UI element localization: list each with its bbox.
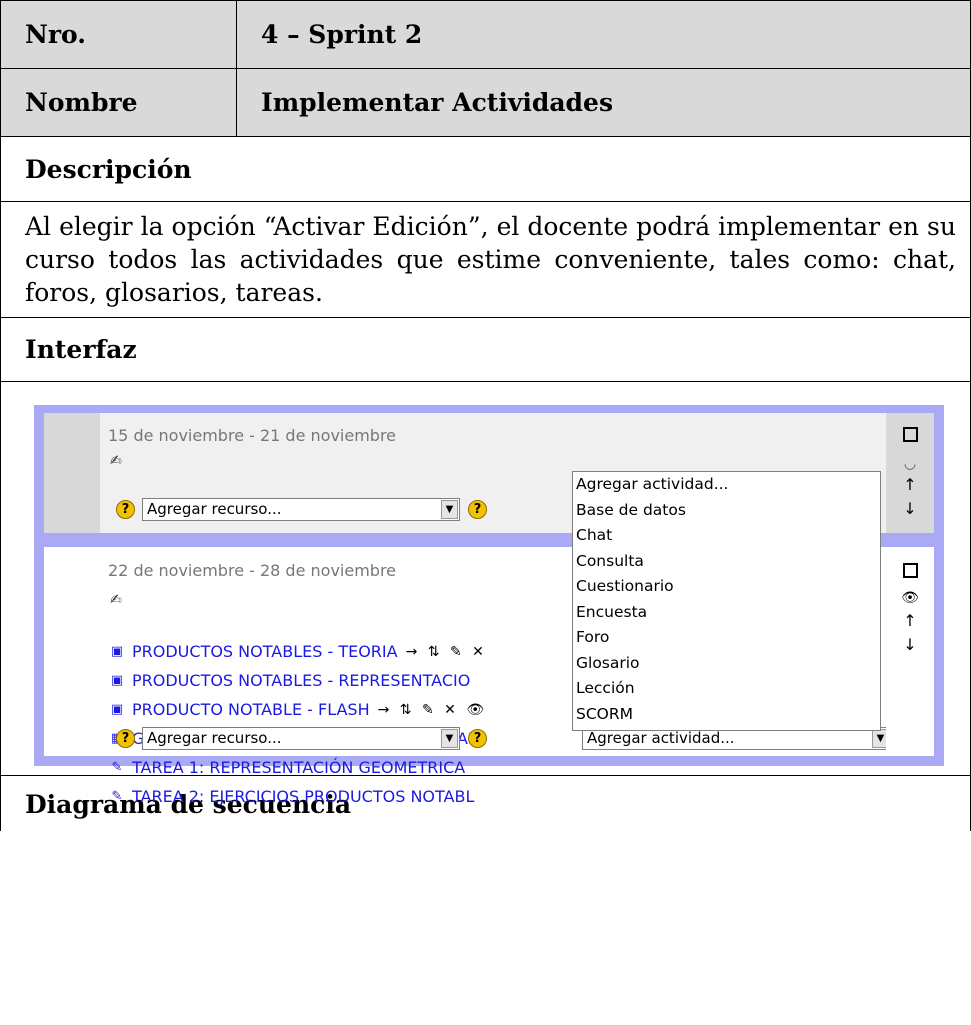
dropdown-option[interactable]: Lección bbox=[573, 676, 880, 702]
resource-link[interactable]: PRODUCTOS NOTABLES - TEORIA bbox=[132, 642, 398, 661]
arrow-up-icon[interactable]: ↑ bbox=[900, 477, 920, 493]
add-activity-select-value: Agregar actividad... bbox=[587, 729, 735, 747]
nro-label: Nro. bbox=[0, 0, 237, 69]
resource-list: ▣ PRODUCTOS NOTABLES - TEORIA → ⇅ ✎ ✕ ▣ PROD… bbox=[108, 637, 487, 811]
week-title: 15 de noviembre - 21 de noviembre bbox=[108, 426, 397, 445]
edit-pen-icon[interactable]: ✍ bbox=[110, 592, 122, 608]
descripcion-label: Descripción bbox=[0, 136, 971, 202]
dropdown-option[interactable]: Base de datos bbox=[573, 498, 880, 524]
resource-link[interactable]: PRODUCTO NOTABLE - FLASH bbox=[132, 700, 370, 719]
add-resource-select[interactable]: Agregar recurso... ▼ bbox=[142, 498, 460, 521]
resource-item[interactable]: ▣ PRODUCTO NOTABLE - FLASH → ⇅ ✎ ✕ 👁 bbox=[108, 695, 487, 724]
week-title: 22 de noviembre - 28 de noviembre bbox=[108, 561, 397, 580]
arrow-down-icon[interactable]: ↓ bbox=[900, 501, 920, 517]
dropdown-option[interactable]: Glosario bbox=[573, 651, 880, 677]
nombre-label: Nombre bbox=[0, 68, 237, 137]
dropdown-option[interactable]: Agregar actividad... bbox=[573, 472, 880, 498]
resource-link[interactable]: PRODUCTOS NOTABLES - REPRESENTACIO bbox=[132, 671, 470, 690]
document-icon: ▣ bbox=[110, 643, 124, 659]
highlight-square-icon[interactable] bbox=[900, 563, 920, 581]
assignment-icon: ✎ bbox=[111, 759, 123, 775]
activity-dropdown-list[interactable]: Agregar actividad... Base de datos Chat Con… bbox=[572, 471, 881, 731]
dropdown-option[interactable]: Encuesta bbox=[573, 600, 880, 626]
nombre-value: Implementar Actividades bbox=[236, 68, 971, 137]
chevron-down-icon[interactable]: ▼ bbox=[441, 729, 458, 748]
eye-icon[interactable]: 👁 bbox=[900, 591, 920, 605]
week-right-bar: 👁 ↑ ↓ bbox=[886, 547, 934, 756]
resource-item[interactable]: ✎ TAREA 2: EJERCICIOS PRODUCTOS NOTABL bbox=[108, 782, 487, 811]
dropdown-option[interactable]: SCORM bbox=[573, 702, 880, 728]
resource-item[interactable]: ✎ TAREA 1: REPRESENTACIÓN GEOMETRICA bbox=[108, 753, 487, 782]
hidden-eye-icon[interactable]: ◡ bbox=[900, 457, 920, 471]
resource-item[interactable]: ▣ PRODUCTOS NOTABLES - REPRESENTACIO bbox=[108, 666, 487, 695]
descripcion-text: Al elegir la opción “Activar Edición”, e… bbox=[0, 201, 971, 318]
moodle-screenshot: 15 de noviembre - 21 de noviembre ✍ ? Ag… bbox=[34, 405, 944, 806]
document-icon: ▣ bbox=[110, 701, 124, 717]
chevron-down-icon[interactable]: ▼ bbox=[441, 500, 458, 519]
resource-actions[interactable]: → ⇅ ✎ ✕ 👁 bbox=[378, 702, 488, 718]
dropdown-option[interactable]: Cuestionario bbox=[573, 574, 880, 600]
help-icon[interactable]: ? bbox=[468, 500, 487, 519]
descripcion-title-row: Descripción bbox=[0, 136, 971, 202]
dropdown-group-label: Tareas bbox=[573, 727, 880, 730]
week-right-bar: ◡ ↑ ↓ bbox=[886, 413, 934, 533]
dropdown-option[interactable]: Consulta bbox=[573, 549, 880, 575]
descripcion-row: Al elegir la opción “Activar Edición”, e… bbox=[0, 201, 971, 318]
highlight-square-icon[interactable] bbox=[900, 427, 920, 445]
arrow-up-icon[interactable]: ↑ bbox=[900, 613, 920, 629]
week-left-bar bbox=[44, 413, 100, 533]
edit-pen-icon[interactable]: ✍ bbox=[110, 453, 122, 469]
resource-actions[interactable]: → ⇅ ✎ ✕ bbox=[406, 644, 487, 660]
help-icon[interactable]: ? bbox=[468, 729, 487, 748]
dropdown-option[interactable]: Foro bbox=[573, 625, 880, 651]
assignment-icon: ✎ bbox=[111, 788, 123, 804]
help-icon[interactable]: ? bbox=[116, 500, 135, 519]
header-row-nombre: Nombre Implementar Actividades bbox=[0, 68, 971, 137]
resource-link[interactable]: TAREA 2: EJERCICIOS PRODUCTOS NOTABL bbox=[132, 787, 474, 806]
resource-link[interactable]: TAREA 1: REPRESENTACIÓN GEOMETRICA bbox=[132, 758, 465, 777]
interfaz-label: Interfaz bbox=[0, 317, 971, 382]
interfaz-title-row: Interfaz bbox=[0, 317, 971, 382]
add-resource-select[interactable]: Agregar recurso... ▼ bbox=[142, 727, 460, 750]
header-row-nro: Nro. 4 – Sprint 2 bbox=[0, 0, 971, 69]
nro-value: 4 – Sprint 2 bbox=[236, 0, 971, 69]
arrow-down-icon[interactable]: ↓ bbox=[900, 637, 920, 653]
add-resource-select-value: Agregar recurso... bbox=[147, 729, 282, 747]
resource-item[interactable]: ▣ PRODUCTOS NOTABLES - TEORIA → ⇅ ✎ ✕ bbox=[108, 637, 487, 666]
help-icon[interactable]: ? bbox=[116, 729, 135, 748]
add-resource-select-value: Agregar recurso... bbox=[147, 500, 282, 518]
document-icon: ▣ bbox=[110, 672, 124, 688]
dropdown-option[interactable]: Chat bbox=[573, 523, 880, 549]
